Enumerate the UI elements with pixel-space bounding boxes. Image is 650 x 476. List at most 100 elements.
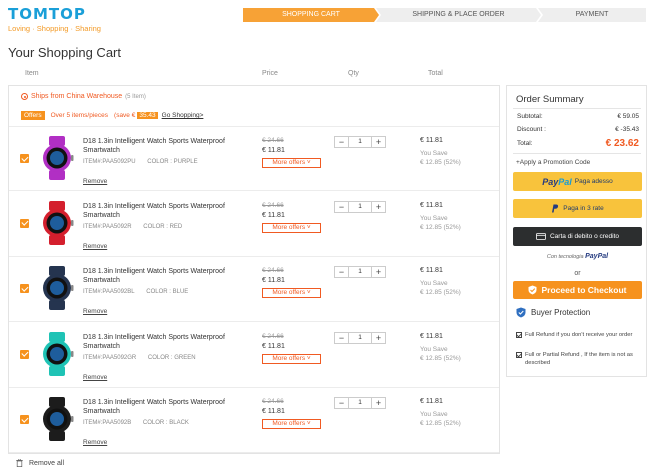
- item-select-checkbox[interactable]: [20, 415, 29, 424]
- item-select-checkbox[interactable]: [20, 284, 29, 293]
- trash-icon: [16, 459, 23, 467]
- more-offers-dropdown[interactable]: More offers ˅: [262, 288, 321, 298]
- offer-description: Over 5 items/pieces: [50, 112, 109, 119]
- subtotal-label: Subtotal:: [517, 113, 543, 120]
- smartwatch-thumbnail[interactable]: [37, 397, 77, 441]
- item-name[interactable]: D18 1.3in Intelligent Watch Sports Water…: [83, 398, 253, 416]
- sale-price: € 11.81: [262, 147, 285, 154]
- or-separator: or: [574, 270, 581, 277]
- smartwatch-thumbnail[interactable]: [37, 200, 77, 245]
- qty-decrease-button[interactable]: −: [335, 398, 348, 408]
- item-color: COLOR : BLACK: [142, 420, 189, 426]
- item-select-checkbox[interactable]: [20, 154, 29, 163]
- remove-item-link[interactable]: Remove: [83, 308, 107, 315]
- qty-increase-button[interactable]: +: [372, 333, 385, 343]
- apply-promotion-code-link[interactable]: +Apply a Promotion Code: [516, 159, 590, 166]
- subtotal-row: Subtotal: € 59.05: [517, 113, 639, 120]
- item-total: € 11.81: [420, 398, 443, 405]
- paypal-pay-now-button[interactable]: PayPal Paga adesso: [513, 172, 642, 191]
- item-color: COLOR : RED: [143, 223, 183, 230]
- discount-row: Discount : € -35.43: [517, 126, 639, 133]
- qty-decrease-button[interactable]: −: [335, 202, 348, 212]
- quantity-stepper: − 1 +: [334, 266, 386, 278]
- cart-item-row: D18 1.3in Intelligent Watch Sports Water…: [9, 126, 499, 191]
- qty-input[interactable]: 1: [348, 201, 372, 212]
- column-header-qty: Qty: [348, 70, 359, 77]
- go-shopping-link[interactable]: Go Shopping>: [162, 112, 204, 119]
- smartwatch-thumbnail[interactable]: [37, 266, 77, 310]
- step-payment: PAYMENT: [538, 8, 646, 22]
- more-offers-dropdown[interactable]: More offers ˅: [262, 353, 321, 364]
- offer-tag: Offers: [21, 111, 45, 120]
- proceed-to-checkout-button[interactable]: Proceed to Checkout: [513, 281, 642, 299]
- item-details: ITEM#:PAA5092BL COLOR : BLUE: [83, 289, 198, 295]
- logo-tagline: Loving · Shopping · Sharing: [8, 24, 101, 33]
- item-select-checkbox[interactable]: [20, 349, 29, 359]
- cart-item-row: D18 1.3in Intelligent Watch Sports Water…: [9, 192, 499, 257]
- item-sku: ITEM#:PAA5092BL: [83, 289, 135, 295]
- debit-credit-card-label: Carta di debito o credito: [549, 233, 619, 240]
- qty-input[interactable]: 1: [348, 398, 372, 408]
- item-total: € 11.81: [420, 267, 443, 274]
- column-header-item: Item: [25, 70, 39, 77]
- shield-check-icon: [528, 285, 537, 295]
- qty-input[interactable]: 1: [348, 332, 372, 343]
- subtotal-value: € 59.05: [617, 113, 639, 120]
- you-save-amount: € 12.85 (52%): [420, 223, 461, 231]
- debit-credit-card-button[interactable]: Carta di debito o credito: [513, 227, 642, 246]
- item-sku: ITEM#:PAA5092PU: [83, 159, 136, 165]
- refund-policy-text: Full or Partial Refund , If the item is …: [525, 352, 633, 366]
- logo[interactable]: TOMTOP Loving · Shopping · Sharing: [8, 5, 101, 33]
- qty-decrease-button[interactable]: −: [335, 333, 348, 343]
- paypal-pay-in-3-button[interactable]: Paga in 3 rate: [513, 199, 642, 218]
- quantity-stepper: − 1 +: [334, 136, 386, 148]
- sale-price: € 11.81: [262, 408, 285, 415]
- smartwatch-thumbnail[interactable]: [37, 136, 77, 180]
- checkmark-icon: [516, 352, 522, 358]
- remove-item-link[interactable]: Remove: [83, 178, 107, 185]
- smartwatch-thumbnail[interactable]: [37, 331, 77, 376]
- remove-all-button[interactable]: Remove all: [16, 459, 64, 467]
- item-name[interactable]: D18 1.3in Intelligent Watch Sports Water…: [83, 267, 253, 285]
- offer-save-amount: 35.43: [137, 112, 158, 119]
- more-offers-dropdown[interactable]: More offers ˅: [262, 158, 321, 168]
- original-price: € 24.66: [262, 267, 284, 274]
- qty-increase-button[interactable]: +: [372, 267, 385, 277]
- warehouse-item-count: (5 Item): [125, 93, 146, 100]
- divider: [513, 108, 641, 109]
- remove-item-link[interactable]: Remove: [83, 439, 107, 446]
- qty-increase-button[interactable]: +: [372, 202, 385, 212]
- step-shopping-cart: SHOPPING CART: [243, 8, 379, 22]
- remove-item-link[interactable]: Remove: [83, 374, 107, 381]
- more-offers-dropdown[interactable]: More offers ˅: [262, 419, 321, 429]
- qty-decrease-button[interactable]: −: [335, 267, 348, 277]
- more-offers-dropdown[interactable]: More offers ˅: [262, 222, 321, 233]
- remove-item-link[interactable]: Remove: [83, 243, 107, 250]
- remove-all-label: Remove all: [29, 459, 65, 467]
- cart-items-panel: Ships from China Warehouse (5 Item) Offe…: [8, 85, 500, 454]
- item-color: COLOR : GREEN: [147, 354, 196, 361]
- cart-item-row: D18 1.3in Intelligent Watch Sports Water…: [9, 388, 499, 453]
- buyer-protection: Buyer Protection: [516, 307, 590, 318]
- item-select-checkbox[interactable]: [20, 218, 29, 228]
- checkmark-icon: [516, 332, 522, 338]
- qty-increase-button[interactable]: +: [372, 398, 385, 408]
- item-name[interactable]: D18 1.3in Intelligent Watch Sports Water…: [83, 333, 253, 351]
- order-summary-title: Order Summary: [516, 94, 584, 105]
- checkout-steps: SHOPPING CART SHIPPING & PLACE ORDER PAY…: [243, 8, 646, 22]
- item-name[interactable]: D18 1.3in Intelligent Watch Sports Water…: [83, 202, 253, 220]
- paypal-pay-now-label: Paga adesso: [574, 178, 613, 185]
- item-name[interactable]: D18 1.3in Intelligent Watch Sports Water…: [83, 137, 253, 155]
- qty-increase-button[interactable]: +: [372, 137, 385, 147]
- qty-decrease-button[interactable]: −: [335, 137, 348, 147]
- column-header-total: Total: [428, 70, 443, 77]
- cart-item-row: D18 1.3in Intelligent Watch Sports Water…: [9, 323, 499, 388]
- refund-policy-item: Full or Partial Refund , If the item is …: [516, 351, 644, 367]
- quantity-stepper: − 1 +: [334, 397, 386, 409]
- item-sku: ITEM#:PAA5092R: [83, 223, 132, 230]
- warehouse-radio[interactable]: [21, 93, 28, 100]
- warehouse-selector[interactable]: Ships from China Warehouse (5 Item): [21, 93, 146, 100]
- qty-input[interactable]: 1: [348, 267, 372, 277]
- quantity-stepper: − 1 +: [334, 331, 386, 344]
- qty-input[interactable]: 1: [348, 137, 372, 147]
